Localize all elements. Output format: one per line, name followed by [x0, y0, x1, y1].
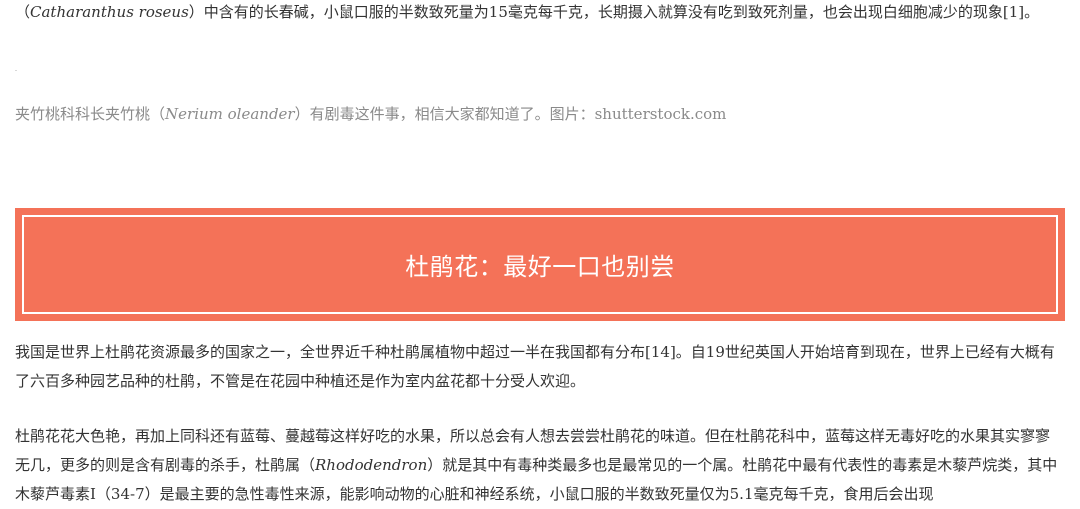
- latin-name: Catharanthus roseus: [30, 3, 189, 21]
- image-caption: 夹竹桃科科长夹竹桃（Nerium oleander）有剧毒这件事，相信大家都知道…: [15, 104, 726, 124]
- caption-source: ）有剧毒这件事，相信大家都知道了。图片：shutterstock.com: [294, 105, 727, 123]
- image-placeholder: [15, 70, 17, 71]
- caption-text: 夹竹桃科科长夹竹桃（: [15, 105, 166, 123]
- section-title: 杜鹃花：最好一口也别尝: [405, 253, 675, 281]
- paragraph-text: ）中含有的长春碱，小鼠口服的半数致死量为15毫克每千克，长期摄入就算没有吃到致死…: [188, 3, 1040, 21]
- body-paragraph: 杜鹃花花大色艳，再加上同科还有蓝莓、蔓越莓这样好吃的水果，所以总会有人想去尝尝杜…: [15, 422, 1063, 509]
- intro-paragraph-tail: （Catharanthus roseus）中含有的长春碱，小鼠口服的半数致死量为…: [15, 2, 1039, 22]
- section-banner: 杜鹃花：最好一口也别尝: [15, 208, 1065, 321]
- body-paragraph: 我国是世界上杜鹃花资源最多的国家之一，全世界近千种杜鹃属植物中超过一半在我国都有…: [15, 343, 1055, 390]
- latin-name: Nerium oleander: [165, 105, 295, 123]
- latin-name: Rhododendron: [315, 456, 428, 474]
- section-banner-frame: 杜鹃花：最好一口也别尝: [22, 215, 1058, 314]
- paren-open: （: [15, 3, 31, 21]
